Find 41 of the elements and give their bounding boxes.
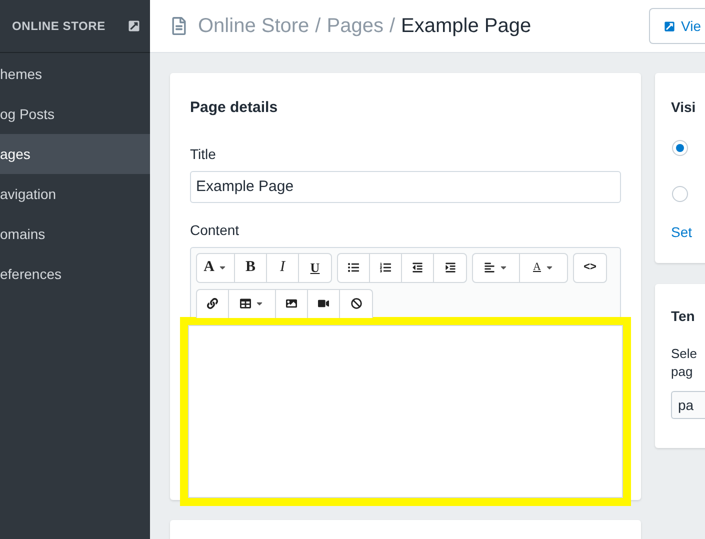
link-icon: [207, 298, 218, 309]
external-link-icon[interactable]: [128, 20, 140, 32]
card-title: Ten: [671, 307, 696, 326]
format-button[interactable]: A: [520, 254, 567, 282]
bulleted-list-icon: [348, 262, 359, 273]
breadcrumb-separator: /: [389, 14, 396, 39]
card-title: Visi: [671, 98, 697, 117]
format-button[interactable]: A: [197, 254, 235, 282]
template-description: Sele pag: [671, 345, 698, 381]
template-select[interactable]: pa: [671, 391, 705, 419]
title-field[interactable]: Example Page: [190, 170, 621, 202]
outdent-icon: [412, 262, 423, 273]
field-label: Content: [190, 220, 240, 240]
page-title: Example Page: [401, 14, 532, 39]
radio-button[interactable]: [672, 186, 688, 202]
view-button[interactable]: Vie: [649, 8, 705, 44]
sidebar-item[interactable]: eferences: [0, 254, 150, 294]
ban-icon: [350, 298, 362, 309]
format-button[interactable]: B: [235, 254, 267, 282]
indent-icon: [444, 262, 456, 273]
sidebar-item[interactable]: ages: [0, 134, 150, 174]
radio-button[interactable]: [672, 140, 688, 156]
numbered-list-icon: [380, 262, 391, 273]
format-button[interactable]: <>: [574, 254, 606, 282]
field-label: Title: [190, 144, 217, 164]
format-button[interactable]: I: [267, 254, 299, 282]
sidebar-item[interactable]: og Posts: [0, 94, 150, 134]
sidebar-title: ONLINE STORE: [12, 18, 106, 35]
format-button[interactable]: U: [299, 254, 331, 282]
sidebar-item[interactable]: avigation: [0, 174, 150, 214]
table-icon: [240, 298, 251, 309]
external-link-icon: [664, 20, 676, 32]
card-title: Page details: [190, 98, 279, 118]
sidebar-item[interactable]: hemes: [0, 54, 150, 94]
breadcrumb-separator: /: [315, 14, 321, 39]
page-icon: [170, 17, 188, 35]
video-camera-icon: [318, 298, 329, 309]
image-icon: [286, 298, 297, 309]
align-left-icon: [484, 262, 495, 273]
set-link[interactable]: Set: [671, 222, 705, 243]
sidebar-item[interactable]: omains: [0, 214, 150, 254]
